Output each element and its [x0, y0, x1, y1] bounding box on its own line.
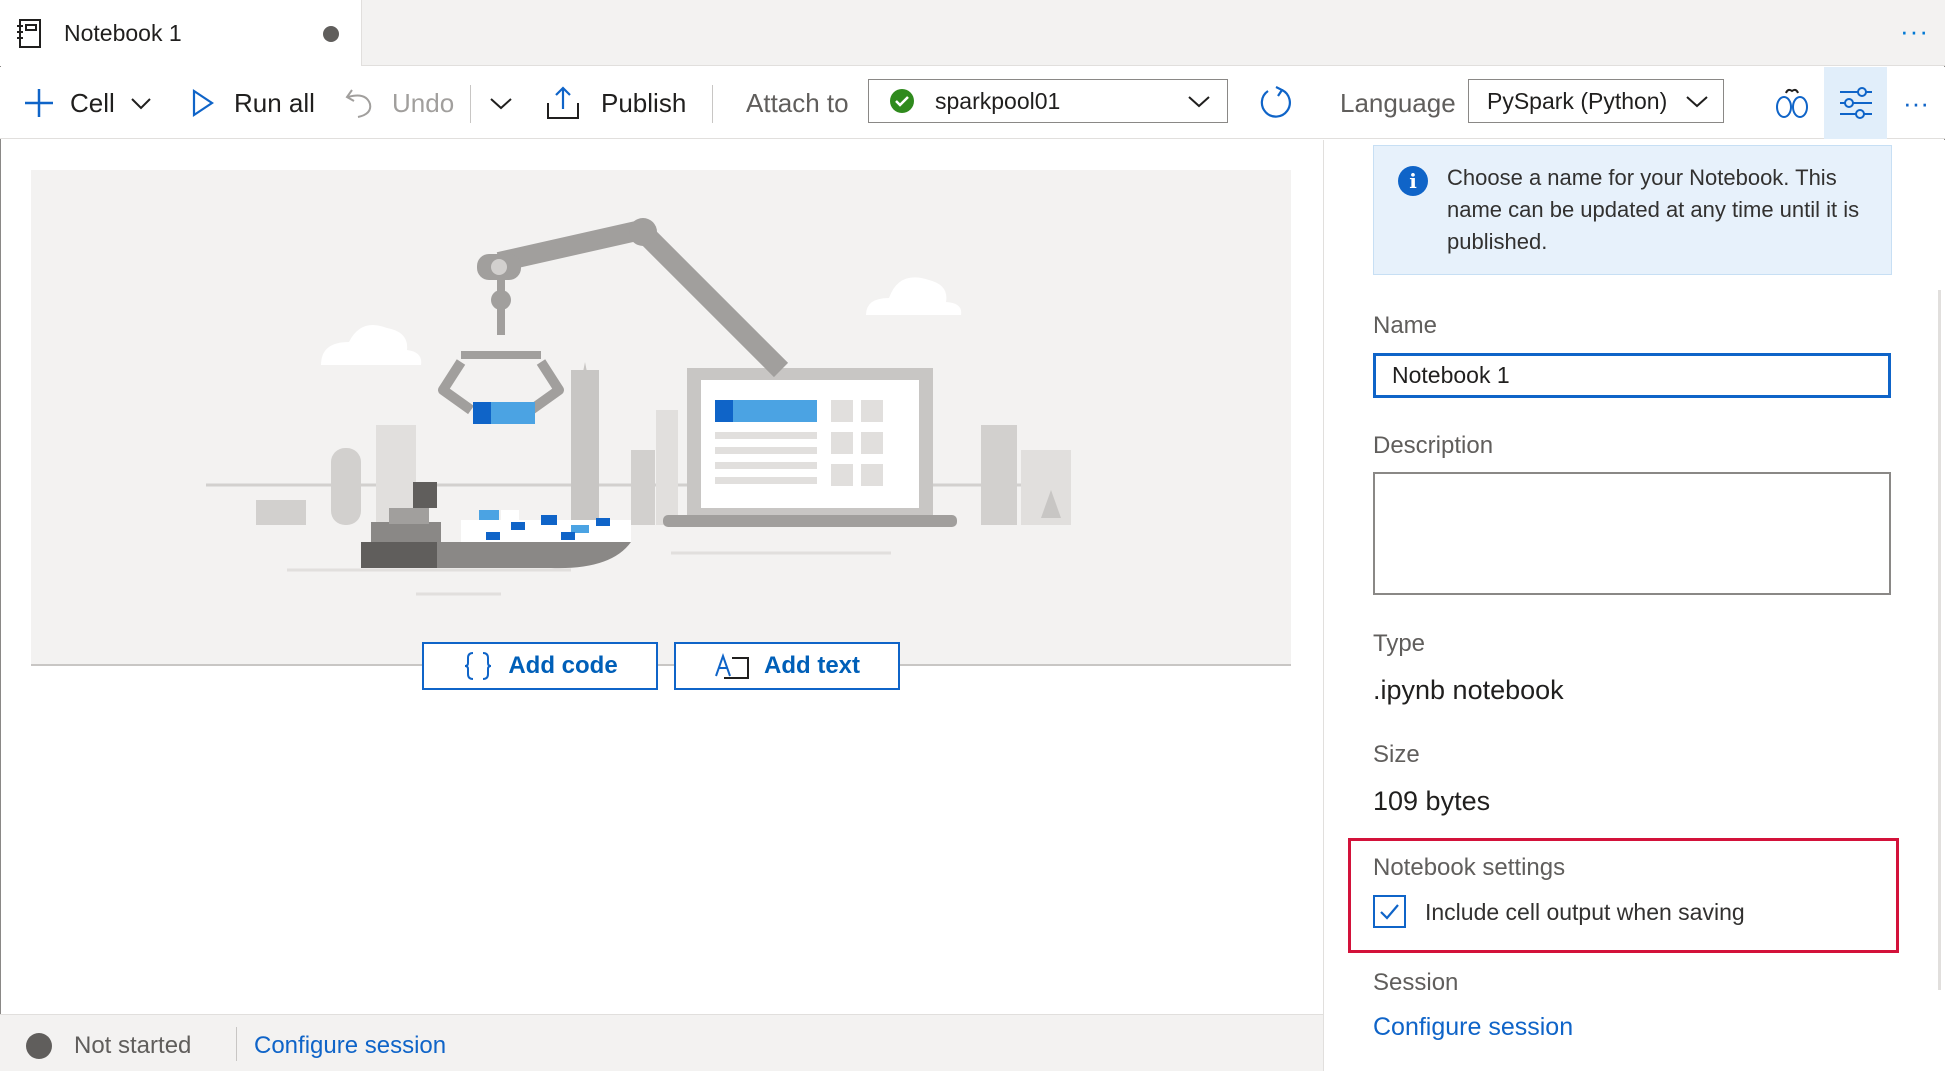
configure-session-link[interactable]: Configure session: [254, 1032, 446, 1060]
tab-strip: Notebook 1 ···: [0, 0, 1945, 66]
add-code-button[interactable]: Add code: [422, 642, 658, 690]
braces-icon: [465, 652, 492, 680]
unsaved-dot-icon[interactable]: [323, 26, 339, 42]
text-icon: [715, 652, 749, 679]
toolbar: Cell Run all Undo Publish Attach to spar…: [0, 67, 1945, 139]
type-value: .ipynb notebook: [1373, 675, 1564, 705]
refresh-button[interactable]: [1258, 67, 1294, 139]
info-text: Choose a name for your Notebook. This na…: [1447, 165, 1860, 254]
cell-label: Cell: [70, 87, 115, 118]
spark-config-icon: [1776, 88, 1808, 118]
include-output-label: Include cell output when saving: [1425, 899, 1745, 925]
add-code-label: Add code: [508, 652, 618, 679]
undo-label: Undo: [392, 87, 455, 118]
properties-panel: i Choose a name for your Notebook. This …: [1323, 140, 1945, 1071]
toolbar-divider: [470, 85, 471, 123]
status-divider: [236, 1027, 237, 1061]
properties-button[interactable]: [1824, 67, 1887, 139]
undo-icon: [345, 89, 372, 118]
add-text-button[interactable]: Add text: [674, 642, 900, 690]
check-circle-icon: [890, 89, 914, 113]
refresh-icon: [1260, 86, 1291, 118]
tab-notebook[interactable]: Notebook 1: [0, 0, 362, 66]
chevron-down-icon: [131, 98, 151, 110]
include-output-checkbox[interactable]: [1373, 895, 1406, 928]
attach-value: sparkpool01: [935, 87, 1061, 114]
session-status-icon: [26, 1033, 52, 1059]
play-icon: [192, 88, 214, 118]
panel-scrollbar[interactable]: [1938, 290, 1941, 990]
plus-icon: [25, 89, 53, 117]
attach-to-dropdown[interactable]: sparkpool01: [868, 79, 1228, 123]
description-label: Description: [1373, 432, 1494, 459]
panel-configure-session-link[interactable]: Configure session: [1373, 1013, 1573, 1042]
spark-config-button[interactable]: [1774, 67, 1810, 139]
tab-title: Notebook 1: [64, 20, 182, 46]
chevron-down-icon: [1686, 96, 1708, 108]
empty-notebook-illustration: [31, 170, 1291, 666]
run-all-button[interactable]: Run all: [190, 67, 315, 139]
language-dropdown[interactable]: PySpark (Python): [1468, 79, 1724, 123]
properties-icon: [1840, 87, 1872, 119]
checkmark-icon: [1380, 904, 1399, 920]
toolbar-divider: [712, 85, 713, 123]
chevron-down-icon: [1188, 96, 1210, 108]
status-bar: Not started Configure session: [0, 1014, 1323, 1071]
publish-button[interactable]: Publish: [545, 67, 686, 139]
tab-more-icon[interactable]: ···: [1900, 16, 1929, 47]
undo-dropdown-button[interactable]: [488, 67, 514, 139]
session-status: Not started: [74, 1032, 192, 1059]
toolbar-more-icon[interactable]: ···: [1903, 67, 1929, 139]
session-label: Session: [1373, 969, 1459, 996]
attach-to-label: Attach to: [746, 87, 849, 118]
name-label: Name: [1373, 312, 1438, 339]
type-label: Type: [1373, 630, 1426, 657]
add-text-label: Add text: [764, 652, 860, 679]
size-value: 109 bytes: [1373, 786, 1491, 816]
publish-label: Publish: [601, 87, 687, 118]
name-input[interactable]: [1373, 353, 1891, 398]
crane-ship-illustration: [206, 218, 1071, 596]
notebook-icon: [17, 19, 41, 48]
language-value: PySpark (Python): [1487, 87, 1668, 114]
notebook-settings-label: Notebook settings: [1373, 854, 1566, 881]
info-message: i Choose a name for your Notebook. This …: [1373, 145, 1892, 275]
publish-icon: [547, 86, 579, 119]
notebook-canvas: Add code Add text: [0, 140, 1323, 1014]
undo-button[interactable]: Undo: [344, 67, 454, 139]
add-cell-button[interactable]: Cell: [22, 67, 153, 139]
run-all-label: Run all: [234, 87, 315, 118]
chevron-down-icon: [490, 98, 512, 110]
size-label: Size: [1373, 741, 1420, 768]
info-icon: i: [1398, 166, 1428, 196]
description-input[interactable]: [1373, 472, 1891, 595]
language-label: Language: [1340, 87, 1456, 118]
